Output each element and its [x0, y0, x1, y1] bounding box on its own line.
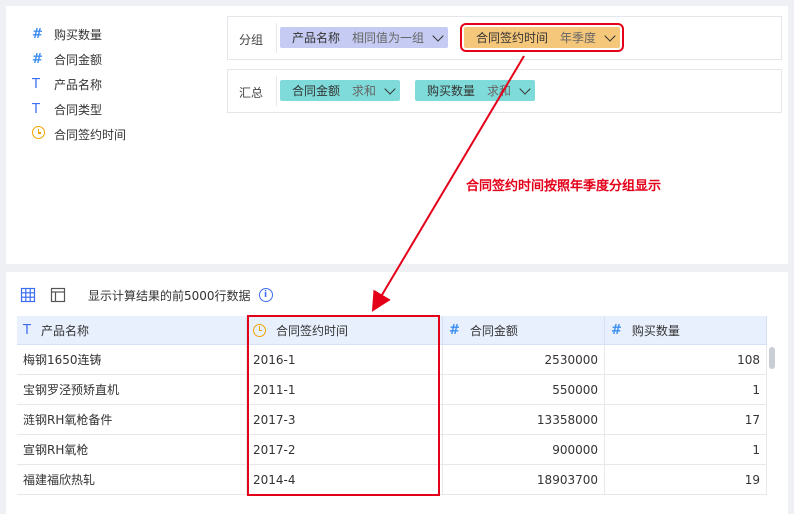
table-row: 梅钢1650连铸 2016-1 2530000 108	[17, 345, 767, 375]
divider	[276, 76, 277, 106]
divider	[276, 23, 277, 53]
result-table: T 产品名称 合同签约时间 # 合同金额 # 购买数量 梅钢1650连铸 201…	[17, 316, 767, 495]
header-amount[interactable]: # 合同金额	[443, 316, 605, 344]
number-icon: #	[611, 322, 622, 338]
number-icon: #	[449, 322, 460, 338]
text-icon: T	[32, 77, 40, 92]
field-label: 合同签约时间	[54, 128, 127, 142]
result-panel: 显示计算结果的前5000行数据 i T 产品名称 合同签约时间 # 合同金额 #…	[6, 272, 788, 514]
field-list: # 购买数量 # 合同金额 T 产品名称 T 合同类型 合同签约时间	[32, 22, 126, 147]
cell-amount: 18903700	[443, 465, 605, 494]
result-toolbar: 显示计算结果的前5000行数据 i	[20, 286, 273, 304]
text-icon: T	[23, 322, 31, 338]
header-quantity[interactable]: # 购买数量	[605, 316, 767, 344]
pill-mode: 求和	[352, 84, 377, 98]
cell-quantity: 1	[605, 375, 767, 404]
header-label: 合同金额	[469, 323, 518, 338]
field-label: 产品名称	[54, 78, 103, 92]
pill-name: 合同签约时间	[476, 31, 549, 45]
table-header-row: T 产品名称 合同签约时间 # 合同金额 # 购买数量	[17, 316, 767, 345]
field-item-contract-type[interactable]: T 合同类型	[32, 97, 126, 122]
cell-product-name: 涟钢RH氧枪备件	[17, 405, 247, 434]
group-pill-product-name[interactable]: 产品名称 相同值为一组	[280, 27, 449, 48]
cell-product-name: 福建福欣热轧	[17, 465, 247, 494]
cell-quantity: 108	[605, 345, 767, 374]
table-row: 宣钢RH氧枪 2017-2 900000 1	[17, 435, 767, 465]
cell-sign-date: 2016-1	[247, 345, 443, 374]
summary-pill-amount[interactable]: 合同金额 求和	[280, 80, 401, 101]
pill-name: 产品名称	[292, 31, 341, 45]
annotation-text: 合同签约时间按照年季度分组显示	[466, 179, 662, 194]
cell-quantity: 17	[605, 405, 767, 434]
cell-quantity: 1	[605, 435, 767, 464]
field-item-quantity[interactable]: # 购买数量	[32, 22, 126, 47]
pill-mode: 年季度	[560, 31, 597, 45]
cell-product-name: 梅钢1650连铸	[17, 345, 247, 374]
cell-sign-date: 2017-2	[247, 435, 443, 464]
cell-product-name: 宣钢RH氧枪	[17, 435, 247, 464]
grid-view-icon[interactable]	[20, 287, 36, 303]
layout-view-icon[interactable]	[50, 287, 66, 303]
field-label: 购买数量	[54, 28, 103, 42]
table-row: 福建福欣热轧 2014-4 18903700 19	[17, 465, 767, 495]
cell-quantity: 19	[605, 465, 767, 494]
chevron-down-icon[interactable]	[604, 29, 616, 42]
pill-name: 购买数量	[427, 84, 476, 98]
cell-product-name: 宝钢罗泾预矫直机	[17, 375, 247, 404]
field-item-amount[interactable]: # 合同金额	[32, 47, 126, 72]
cell-sign-date: 2014-4	[247, 465, 443, 494]
analysis-config-panel: # 购买数量 # 合同金额 T 产品名称 T 合同类型 合同签约时间 分组 产品…	[6, 6, 788, 264]
field-item-product-name[interactable]: T 产品名称	[32, 72, 126, 97]
table-scrollbar[interactable]	[769, 347, 775, 369]
group-zone[interactable]: 分组 产品名称 相同值为一组 合同签约时间 年季度	[227, 16, 782, 60]
cell-amount: 13358000	[443, 405, 605, 434]
pill-mode: 求和	[487, 84, 512, 98]
chevron-down-icon[interactable]	[384, 82, 396, 95]
cell-sign-date: 2011-1	[247, 375, 443, 404]
field-item-sign-date[interactable]: 合同签约时间	[32, 122, 126, 147]
chevron-down-icon[interactable]	[432, 29, 444, 42]
field-label: 合同类型	[54, 103, 103, 117]
chevron-down-icon[interactable]	[519, 82, 531, 95]
table-row: 涟钢RH氧枪备件 2017-3 13358000 17	[17, 405, 767, 435]
field-label: 合同金额	[54, 53, 103, 67]
info-icon[interactable]: i	[258, 288, 273, 302]
summary-zone[interactable]: 汇总 合同金额 求和 购买数量 求和	[227, 69, 782, 113]
pill-mode: 相同值为一组	[352, 31, 425, 45]
clock-icon	[253, 323, 266, 337]
group-pill-sign-date[interactable]: 合同签约时间 年季度	[459, 23, 625, 52]
text-icon: T	[32, 102, 40, 117]
summary-zone-label: 汇总	[239, 86, 264, 100]
header-label: 购买数量	[631, 323, 680, 338]
cell-amount: 2530000	[443, 345, 605, 374]
clock-icon	[32, 126, 45, 139]
header-label: 产品名称	[40, 323, 89, 338]
number-icon: #	[32, 52, 43, 67]
table-row: 宝钢罗泾预矫直机 2011-1 550000 1	[17, 375, 767, 405]
cell-amount: 900000	[443, 435, 605, 464]
header-label: 合同签约时间	[276, 323, 349, 338]
row-limit-text: 显示计算结果的前5000行数据	[88, 288, 251, 303]
header-product-name[interactable]: T 产品名称	[17, 316, 247, 344]
number-icon: #	[32, 27, 43, 42]
cell-sign-date: 2017-3	[247, 405, 443, 434]
header-sign-date[interactable]: 合同签约时间	[247, 316, 443, 344]
cell-amount: 550000	[443, 375, 605, 404]
summary-pill-quantity[interactable]: 购买数量 求和	[415, 80, 536, 101]
pill-name: 合同金额	[292, 84, 341, 98]
group-zone-label: 分组	[239, 33, 264, 47]
